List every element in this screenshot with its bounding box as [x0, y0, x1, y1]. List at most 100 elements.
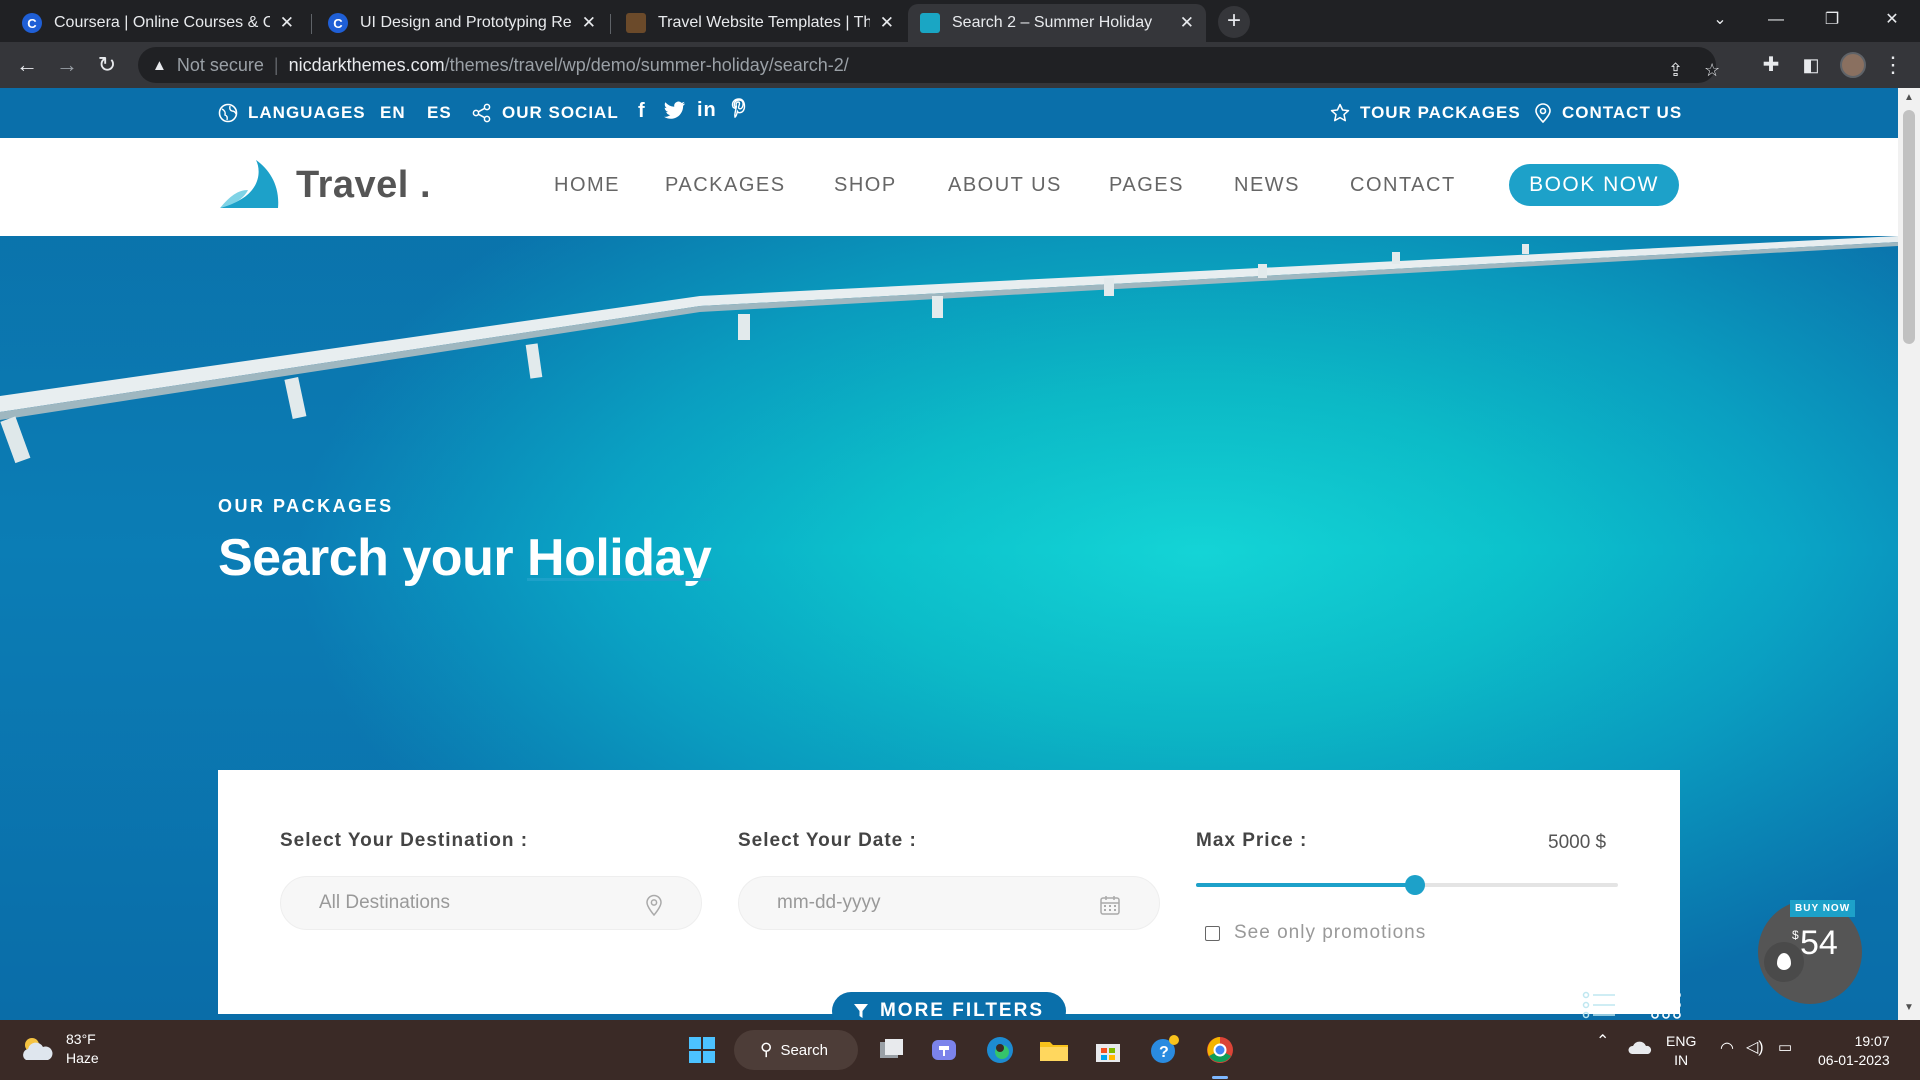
new-tab-button[interactable]: + [1218, 6, 1250, 38]
star-bookmark-icon[interactable]: ☆ [1704, 60, 1720, 81]
sort-by-price[interactable]: PRICE ⌄ [218, 996, 308, 1017]
close-tab-icon[interactable]: ✕ [280, 13, 294, 33]
taskbar-search[interactable]: ⚲ Search [734, 1030, 858, 1070]
show-hidden-icons-chevron[interactable]: ⌃ [1596, 1032, 1609, 1051]
wifi-icon[interactable]: ◠ [1720, 1039, 1734, 1058]
lang-primary: ENG [1666, 1033, 1697, 1049]
hero-title: Search your Holiday [218, 528, 712, 588]
clock[interactable]: 19:07 06-01-2023 [1818, 1032, 1890, 1070]
grid-view-icon[interactable] [1650, 990, 1682, 1020]
tab-coursera[interactable]: C Coursera | Online Courses & Credential… [10, 4, 306, 42]
restore-button[interactable]: ❐ [1804, 0, 1860, 40]
destination-value: All Destinations [319, 892, 450, 913]
nav-contact[interactable]: CONTACT [1350, 174, 1456, 197]
clock-time: 19:07 [1854, 1033, 1890, 1049]
share-nodes-icon [472, 103, 491, 123]
tour-packages-label: TOUR PACKAGES [1360, 103, 1521, 122]
lang-en-link[interactable]: EN [380, 103, 406, 123]
languages-menu[interactable]: LANGUAGES [218, 103, 366, 123]
site-header: Travel . HOME PACKAGES SHOP ABOUT US PAG… [0, 138, 1898, 236]
tour-packages-link[interactable]: TOUR PACKAGES [1330, 103, 1521, 123]
pinterest-icon[interactable] [731, 98, 757, 118]
tab-ui-design-report[interactable]: C UI Design and Prototyping Report ✕ [316, 4, 608, 42]
side-panel-icon[interactable]: ◧ [1796, 50, 1826, 80]
close-tab-icon[interactable]: ✕ [880, 13, 894, 33]
bridge-image [0, 236, 1898, 464]
contact-us-link[interactable]: CONTACT US [1534, 103, 1682, 123]
reload-icon[interactable]: ↻ [92, 50, 122, 80]
calendar-icon[interactable] [1099, 894, 1121, 916]
scroll-up-arrow-icon[interactable]: ▲ [1904, 92, 1914, 103]
max-price-slider[interactable] [1196, 875, 1618, 895]
promotions-checkbox-row[interactable]: See only promotions [1205, 922, 1426, 944]
teams-chat-icon[interactable] [926, 1032, 962, 1068]
speaker-icon[interactable]: ◁) [1746, 1038, 1764, 1057]
chrome-browser-icon[interactable] [1202, 1032, 1238, 1068]
nav-home[interactable]: HOME [554, 174, 620, 197]
date-input[interactable]: mm-dd-yyyy [738, 876, 1160, 930]
get-help-icon[interactable]: ? [1146, 1032, 1182, 1068]
book-now-button[interactable]: BOOK NOW [1509, 164, 1679, 206]
file-explorer-icon[interactable] [1036, 1032, 1072, 1068]
taskbar-search-label: Search [780, 1041, 828, 1059]
wave-logo-icon [220, 160, 279, 208]
promotions-checkbox[interactable] [1205, 925, 1220, 941]
tab-search-summer-holiday[interactable]: Search 2 – Summer Holiday ✕ [908, 4, 1206, 42]
chevron-down-icon: ⌄ [413, 998, 426, 1014]
minimize-button[interactable]: — [1748, 0, 1804, 40]
windows-start-icon[interactable] [684, 1032, 720, 1068]
site-logo[interactable]: Travel . [218, 160, 431, 210]
star-icon [1330, 103, 1350, 122]
microsoft-store-icon[interactable] [1090, 1032, 1126, 1068]
nav-about-us[interactable]: ABOUT US [948, 174, 1062, 197]
facebook-icon[interactable]: f [638, 100, 646, 123]
lang-es-label: ES [427, 103, 452, 122]
close-window-button[interactable]: ✕ [1864, 0, 1920, 40]
tab-travel-templates[interactable]: Travel Website Templates | Themes ✕ [614, 4, 906, 42]
edge-browser-icon[interactable] [982, 1032, 1018, 1068]
nav-pages[interactable]: PAGES [1109, 174, 1184, 197]
scroll-down-arrow-icon[interactable]: ▼ [1904, 1002, 1914, 1013]
lang-es-link[interactable]: ES [427, 103, 452, 123]
onedrive-cloud-icon[interactable] [1628, 1040, 1652, 1056]
sort-price-label: PRICE [218, 996, 284, 1016]
globe-icon [218, 103, 238, 123]
forward-arrow-icon[interactable]: → [52, 50, 82, 80]
input-language-indicator[interactable]: ENG IN [1666, 1032, 1696, 1070]
chrome-menu-icon[interactable]: ⋮ [1878, 50, 1908, 80]
nav-packages[interactable]: PACKAGES [665, 174, 786, 197]
sort-by-name[interactable]: NAME ⌄ [340, 996, 426, 1017]
our-social-menu[interactable]: OUR SOCIAL [472, 103, 619, 123]
address-bar[interactable]: ▲ Not secure | nicdarkthemes.com /themes… [138, 47, 1720, 83]
nav-news[interactable]: NEWS [1234, 174, 1300, 197]
battery-icon[interactable]: ▭ [1778, 1038, 1792, 1057]
buy-now-badge[interactable]: BUY NOW $ 54 [1758, 900, 1862, 1004]
promotions-label: See only promotions [1234, 922, 1427, 943]
task-view-icon[interactable] [874, 1032, 910, 1068]
browser-toolbar: ← → ↻ ▲ Not secure | nicdarkthemes.com /… [0, 42, 1920, 88]
profile-avatar[interactable] [1838, 50, 1868, 80]
droplet-icon [1764, 942, 1804, 982]
tab-title: UI Design and Prototyping Report [360, 14, 572, 31]
web-page: LANGUAGES EN ES OUR SOCIAL f in TOUR PAC… [0, 88, 1898, 1020]
more-filters-button[interactable]: MORE FILTERS [832, 992, 1066, 1020]
list-view-icon[interactable] [1582, 990, 1616, 1020]
scrollbar-thumb[interactable] [1903, 110, 1915, 344]
twitter-icon[interactable] [664, 100, 696, 120]
tab-search-chevron-icon[interactable]: ⌄ [1692, 0, 1748, 40]
languages-label: LANGUAGES [248, 103, 366, 122]
share-icon[interactable]: ⇪ [1668, 60, 1683, 81]
destination-select[interactable]: All Destinations [280, 876, 702, 930]
weather-widget[interactable]: 83°F Haze [20, 1030, 99, 1068]
close-tab-icon[interactable]: ✕ [582, 13, 596, 33]
page-scrollbar[interactable]: ▲ ▼ [1898, 88, 1920, 1020]
weather-text: 83°F Haze [66, 1030, 99, 1068]
linkedin-icon[interactable]: in [697, 99, 717, 122]
themeforest-icon [626, 13, 646, 33]
nav-shop[interactable]: SHOP [834, 174, 897, 197]
lang-region: IN [1674, 1052, 1689, 1068]
back-arrow-icon[interactable]: ← [12, 50, 42, 80]
extensions-puzzle-icon[interactable]: ✚ [1756, 50, 1786, 80]
slider-handle[interactable] [1405, 875, 1426, 895]
close-tab-icon[interactable]: ✕ [1180, 13, 1194, 33]
